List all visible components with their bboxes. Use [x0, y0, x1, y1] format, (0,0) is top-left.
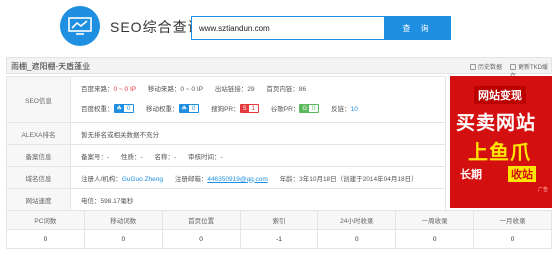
mobile-weight-badge: ☘ 0 [178, 103, 200, 113]
seo-info-row: SEO信息 百度来路：0 ~ 0 IP 移动来路：0 ~ 0 IP 出站链接：2… [6, 76, 446, 123]
site-title: 雨棚_遮阳棚-天盾蓬业 [11, 62, 91, 71]
stats-header: 24小时收录 [317, 210, 397, 230]
baidu-weight[interactable]: 百度权重： ☘ 0 [81, 100, 135, 120]
brand-title: SEO综合查询 [110, 19, 203, 35]
alexa-value: 暂无排名或相关数据不充分 [70, 122, 446, 145]
baidu-source: 百度来路：0 ~ 0 IP [81, 85, 137, 93]
google-pr-badge: G0 [299, 103, 320, 113]
backlinks[interactable]: 反链：10 [331, 100, 358, 120]
monitor-chart-icon [68, 17, 92, 35]
domain-search-input[interactable] [191, 16, 384, 40]
stats-value[interactable]: 0 [83, 229, 163, 249]
stats-header: 一周收录 [395, 210, 475, 230]
stats-value[interactable]: 0 [395, 229, 475, 249]
stats-header: PC词数 [6, 210, 85, 230]
home-inlinks: 首页内链：86 [266, 85, 307, 93]
stats-header: 首页位置 [161, 210, 241, 230]
stats-header: 索引 [239, 210, 319, 230]
mobile-source: 移动来路：0 ~ 0 IP [147, 85, 203, 93]
domain-row: 域名信息 注册人/机构：GuGuo Zheng 注册邮箱：446350919@q… [6, 166, 446, 189]
sogou-pr[interactable]: 搜狗PR： S 1 [211, 100, 259, 120]
speed-row: 网站速度 电信：598.17毫秒 [6, 188, 446, 211]
registrant-email[interactable]: 注册邮箱：446350919@qq.com [175, 173, 268, 183]
header: SEO综合查询 查 询 [0, 0, 558, 52]
speed-value: 电信：598.17毫秒 [70, 188, 446, 211]
baidu-weight-badge: ☘ 0 [113, 103, 135, 113]
alexa-row: ALEXA排名 暂无排名或相关数据不充分 [6, 122, 446, 145]
history-icon [470, 64, 476, 70]
refresh-icon [510, 64, 516, 70]
sogou-pr-badge: S1 [239, 103, 259, 113]
alexa-label: ALEXA排名 [6, 122, 71, 145]
icp-number: 备案号：- [81, 153, 110, 161]
seo-info-label: SEO信息 [6, 76, 71, 123]
stats-value[interactable]: -1 [239, 229, 319, 249]
stats-value[interactable]: 0 [6, 229, 85, 249]
stats-value-row: 0 0 0 -1 0 0 0 [6, 229, 552, 249]
stats-value[interactable]: 0 [473, 229, 552, 249]
google-pr[interactable]: 谷歌PR： G 0 [271, 100, 320, 120]
mobile-weight[interactable]: 移动权重： ☘ 0 [146, 100, 200, 120]
stats-value[interactable]: 0 [161, 229, 241, 249]
icp-label: 备案信息 [6, 144, 71, 167]
icp-review-time: 审核时间：- [187, 153, 223, 161]
history-data-link[interactable]: 历史数据 [470, 62, 502, 71]
ad-banner[interactable]: 网站变现 买卖网站 上鱼爪 长期 收站 广告 [450, 76, 552, 208]
speed-label: 网站速度 [6, 188, 71, 211]
stats-header-row: PC词数 移动词数 首页位置 索引 24小时收录 一周收录 一月收录 [6, 210, 552, 230]
seo-info-table: SEO信息 百度来路：0 ~ 0 IP 移动来路：0 ~ 0 IP 出站链接：2… [6, 76, 446, 211]
keyword-stats-table: PC词数 移动词数 首页位置 索引 24小时收录 一周收录 一月收录 0 0 0… [6, 210, 552, 249]
domain-age: 年龄：3年10月18日（创建于2014年04月18日） [279, 175, 418, 183]
outlinks: 出站链接：29 [214, 85, 255, 93]
icp-name: 名称：- [154, 153, 177, 161]
site-logo[interactable] [60, 6, 100, 46]
registrant: 注册人/机构：GuGuo Zheng [81, 175, 164, 183]
domain-label: 域名信息 [6, 166, 71, 189]
icp-nature: 性质：- [120, 153, 143, 161]
stats-header: 移动词数 [83, 210, 163, 230]
icp-row: 备案信息 备案号：- 性质：- 名称：- 审核时间：- [6, 144, 446, 167]
stats-header: 一月收录 [473, 210, 552, 230]
search-button[interactable]: 查 询 [384, 16, 451, 40]
stats-value[interactable]: 0 [317, 229, 397, 249]
site-title-bar: 雨棚_遮阳棚-天盾蓬业 历史数据 更新TKD缓存 [6, 57, 552, 80]
